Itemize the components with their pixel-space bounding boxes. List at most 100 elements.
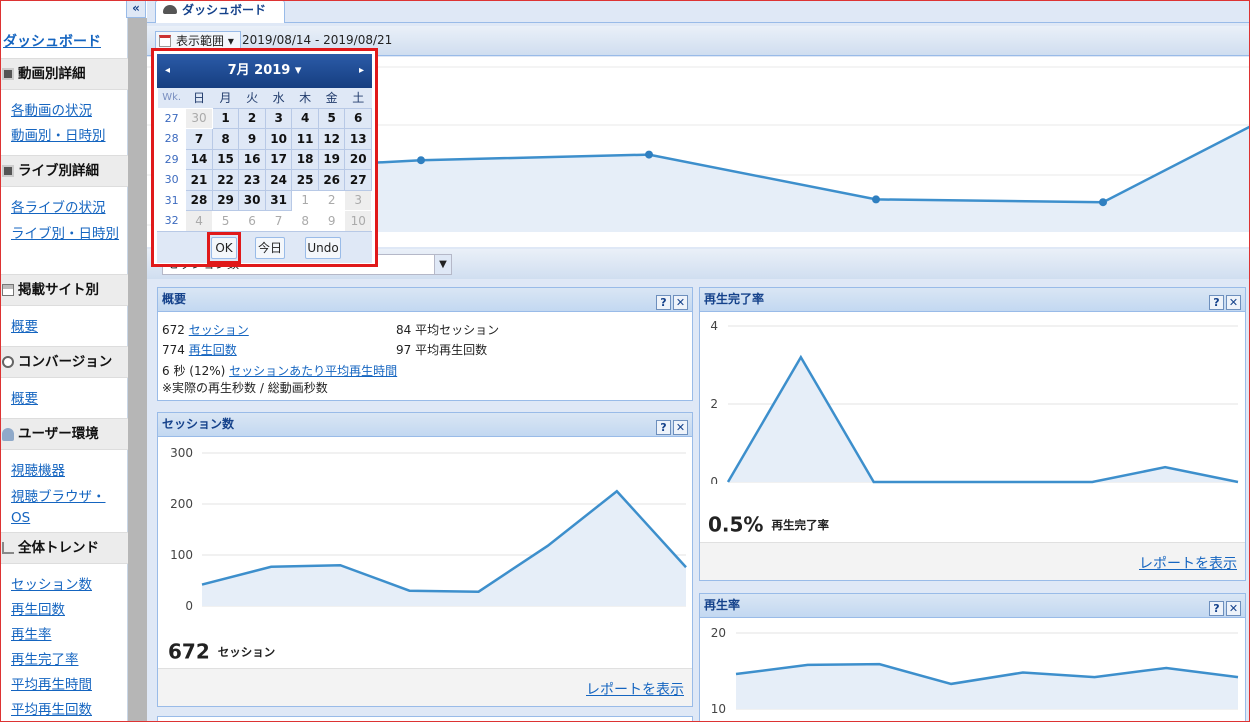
splitter[interactable] bbox=[128, 18, 147, 722]
calendar-day[interactable]: 12 bbox=[317, 128, 346, 150]
calendar-day[interactable]: 10 bbox=[264, 128, 293, 150]
calendar-day[interactable]: 7 bbox=[185, 128, 213, 150]
calendar-day[interactable]: 22 bbox=[211, 169, 240, 191]
sidebar-item-devices[interactable]: 視聴機器 bbox=[11, 461, 121, 482]
film-icon bbox=[2, 165, 14, 177]
collapse-sidebar-button[interactable]: « bbox=[126, 0, 146, 18]
overview-plays: 774 再生回数 bbox=[162, 343, 237, 357]
help-icon[interactable]: ? bbox=[656, 295, 671, 310]
panel-title: 概要 ? ✕ bbox=[158, 288, 692, 312]
calendar-day[interactable]: 3 bbox=[344, 189, 372, 211]
calendar-day[interactable]: 8 bbox=[291, 210, 319, 232]
sidebar-item-live-status[interactable]: 各ライブの状況 bbox=[11, 198, 121, 219]
calendar-day[interactable]: 4 bbox=[291, 107, 319, 129]
calendar-day[interactable]: 16 bbox=[238, 148, 266, 170]
close-icon[interactable]: ✕ bbox=[1226, 601, 1241, 616]
sidebar-item-play-rate[interactable]: 再生率 bbox=[11, 625, 121, 646]
sidebar-item-site-overview[interactable]: 概要 bbox=[11, 317, 121, 338]
completion-chart: 4 2 0 bbox=[710, 319, 1239, 484]
calendar-day[interactable]: 23 bbox=[238, 169, 266, 191]
close-icon[interactable]: ✕ bbox=[673, 295, 688, 310]
sidebar-section-user-env[interactable]: ユーザー環境 bbox=[0, 418, 128, 450]
completion-report-link[interactable]: レポートを表示 bbox=[1139, 553, 1237, 573]
calendar-day[interactable]: 15 bbox=[211, 148, 240, 170]
trend-icon bbox=[2, 542, 14, 554]
sessions-link[interactable]: セッション bbox=[189, 323, 249, 337]
sidebar-item-video-status[interactable]: 各動画の状況 bbox=[11, 101, 121, 122]
calendar-day[interactable]: 17 bbox=[264, 148, 293, 170]
close-icon[interactable]: ✕ bbox=[673, 420, 688, 435]
help-icon[interactable]: ? bbox=[1209, 601, 1224, 616]
calendar-day[interactable]: 4 bbox=[185, 210, 213, 232]
sidebar-item-completion-rate[interactable]: 再生完了率 bbox=[11, 650, 121, 671]
calendar-day[interactable]: 10 bbox=[344, 210, 372, 232]
sidebar-item-avg-play-time[interactable]: 平均再生時間 bbox=[11, 675, 121, 696]
sidebar-item-avg-plays[interactable]: 平均再生回数 bbox=[11, 700, 121, 721]
calendar-day[interactable]: 9 bbox=[238, 128, 266, 150]
sidebar-item-video-datetime[interactable]: 動画別・日時別 bbox=[11, 126, 121, 147]
ok-button[interactable]: OK bbox=[211, 237, 237, 259]
sidebar-section-video[interactable]: 動画別詳細 bbox=[0, 58, 128, 90]
next-month-icon[interactable]: ▸ bbox=[359, 54, 364, 88]
calendar-day[interactable]: 5 bbox=[317, 107, 346, 129]
calendar-day[interactable]: 29 bbox=[211, 189, 240, 211]
plays-link[interactable]: 再生回数 bbox=[189, 343, 237, 357]
calendar-day[interactable]: 31 bbox=[264, 189, 293, 211]
calendar-day[interactable]: 8 bbox=[211, 128, 240, 150]
calendar-day[interactable]: 2 bbox=[238, 107, 266, 129]
calendar-day[interactable]: 30 bbox=[185, 107, 213, 129]
sidebar-item-sessions[interactable]: セッション数 bbox=[11, 575, 121, 596]
calendar-day[interactable]: 20 bbox=[344, 148, 372, 170]
y-tick-label: 300 bbox=[170, 446, 193, 460]
y-tick-label: 200 bbox=[170, 497, 193, 511]
sidebar-item-browser-os[interactable]: 視聴ブラウザ・OS bbox=[11, 487, 121, 529]
calendar-day[interactable]: 3 bbox=[264, 107, 293, 129]
calendar-day[interactable]: 14 bbox=[185, 148, 213, 170]
calendar-day[interactable]: 2 bbox=[317, 189, 346, 211]
sessions-report-link[interactable]: レポートを表示 bbox=[586, 679, 684, 699]
dashboard-icon bbox=[163, 5, 177, 14]
sidebar-section-conversion[interactable]: コンバージョン bbox=[0, 346, 128, 378]
tab-bar: ダッシュボード bbox=[147, 0, 1250, 23]
sidebar-item-conversion-overview[interactable]: 概要 bbox=[11, 389, 121, 410]
data-point bbox=[872, 195, 880, 204]
calendar-day[interactable]: 18 bbox=[291, 148, 319, 170]
calendar-day[interactable]: 25 bbox=[291, 169, 319, 191]
sidebar-item-plays[interactable]: 再生回数 bbox=[11, 600, 121, 621]
calendar-icon bbox=[159, 35, 171, 47]
calendar-day[interactable]: 5 bbox=[211, 210, 240, 232]
today-button[interactable]: 今日 bbox=[255, 237, 285, 259]
prev-month-icon[interactable]: ◂ bbox=[165, 54, 170, 88]
help-icon[interactable]: ? bbox=[1209, 295, 1224, 310]
calendar-day[interactable]: 19 bbox=[317, 148, 346, 170]
sidebar-section-trend[interactable]: 全体トレンド bbox=[0, 532, 128, 564]
calendar-day[interactable]: 13 bbox=[344, 128, 372, 150]
sidebar-section-site[interactable]: 掲載サイト別 bbox=[0, 274, 128, 306]
chevron-down-icon[interactable]: ▼ bbox=[434, 255, 451, 274]
avg-time-link[interactable]: セッションあたり平均再生時間 bbox=[229, 364, 397, 378]
calendar-day[interactable]: 28 bbox=[185, 189, 213, 211]
panel-footer: レポートを表示 bbox=[158, 668, 692, 706]
calendar-day[interactable]: 26 bbox=[317, 169, 346, 191]
calendar-day[interactable]: 24 bbox=[264, 169, 293, 191]
sidebar-section-live[interactable]: ライブ別詳細 bbox=[0, 155, 128, 187]
sidebar-item-live-datetime[interactable]: ライブ別・日時別 bbox=[11, 224, 121, 245]
tab-dashboard[interactable]: ダッシュボード bbox=[155, 0, 285, 23]
close-icon[interactable]: ✕ bbox=[1226, 295, 1241, 310]
calendar-day[interactable]: 7 bbox=[264, 210, 293, 232]
y-tick-label: 4 bbox=[710, 319, 718, 333]
month-select[interactable]: 7月 2019 ▾ bbox=[228, 63, 302, 78]
calendar-day[interactable]: 9 bbox=[317, 210, 346, 232]
calendar-day[interactable]: 11 bbox=[291, 128, 319, 150]
calendar-day[interactable]: 27 bbox=[344, 169, 372, 191]
sidebar-title-link[interactable]: ダッシュボード bbox=[3, 31, 101, 51]
week-number: 31 bbox=[156, 189, 187, 211]
calendar-day[interactable]: 6 bbox=[238, 210, 266, 232]
calendar-day[interactable]: 1 bbox=[211, 107, 240, 129]
help-icon[interactable]: ? bbox=[656, 420, 671, 435]
calendar-day[interactable]: 1 bbox=[291, 189, 319, 211]
calendar-day[interactable]: 30 bbox=[238, 189, 266, 211]
calendar-day[interactable]: 6 bbox=[344, 107, 372, 129]
undo-button[interactable]: Undo bbox=[305, 237, 341, 259]
calendar-day[interactable]: 21 bbox=[185, 169, 213, 191]
